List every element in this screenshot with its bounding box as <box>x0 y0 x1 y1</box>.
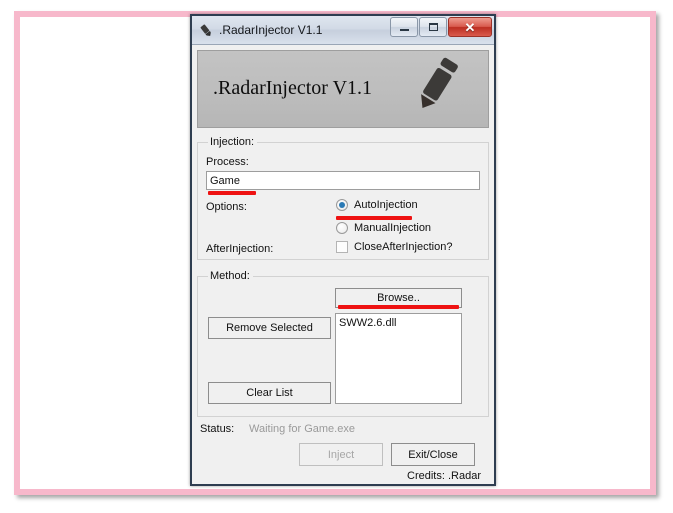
pencil-icon <box>197 21 215 39</box>
header-banner: .RadarInjector V1.1 <box>197 50 489 128</box>
inject-button[interactable]: Inject <box>299 443 383 466</box>
close-icon: ✕ <box>464 19 476 35</box>
maximize-icon <box>428 23 438 31</box>
annotation-underline-browse <box>338 305 459 309</box>
annotation-underline-auto-injection <box>336 216 412 220</box>
injection-group: Injection: Process: Options: AutoInjecti… <box>197 136 489 260</box>
window-client-area: Injection: Process: Options: AutoInjecti… <box>192 136 494 485</box>
process-field-wrap <box>206 171 480 195</box>
status-label: Status: <box>200 423 235 435</box>
method-group: Method: Browse.. Remove Selected Clear L… <box>197 270 489 417</box>
product-title: .RadarInjector V1.1 <box>213 77 373 99</box>
close-button[interactable]: ✕ <box>448 17 492 37</box>
after-injection-label: AfterInjection: <box>206 243 274 255</box>
exit-close-button[interactable]: Exit/Close <box>391 443 475 466</box>
process-label: Process: <box>206 156 249 168</box>
pencil-illustration-icon <box>406 57 472 123</box>
minimize-button[interactable] <box>390 17 418 37</box>
method-body: Browse.. Remove Selected Clear List SWW2… <box>206 286 480 404</box>
options-row: Options: AutoInjection ManualInjection <box>206 199 480 243</box>
checkbox-close-after-injection-icon[interactable] <box>336 241 348 253</box>
credits-label: Credits: .Radar <box>407 470 481 482</box>
manual-injection-option[interactable]: ManualInjection <box>336 222 431 234</box>
status-value: Waiting for Game.exe <box>249 423 355 435</box>
close-after-injection-label: CloseAfterInjection? <box>354 241 453 253</box>
window-title: .RadarInjector V1.1 <box>219 23 323 37</box>
window-controls: ✕ <box>389 17 492 37</box>
radio-manual-injection-icon[interactable] <box>336 222 348 234</box>
auto-injection-option[interactable]: AutoInjection <box>336 199 418 211</box>
process-input[interactable] <box>206 171 480 190</box>
screenshot-canvas: .RadarInjector V1.1 ✕ .RadarInjector V1.… <box>0 0 673 513</box>
maximize-button[interactable] <box>419 17 447 37</box>
dll-listbox[interactable]: SWW2.6.dll <box>335 313 462 404</box>
list-item[interactable]: SWW2.6.dll <box>339 316 458 330</box>
close-after-injection-option[interactable]: CloseAfterInjection? <box>336 241 452 253</box>
radarinjector-window: .RadarInjector V1.1 ✕ .RadarInjector V1.… <box>190 14 496 486</box>
annotation-underline-process <box>208 191 256 195</box>
after-injection-row: AfterInjection: CloseAfterInjection? <box>206 241 480 259</box>
method-group-legend: Method: <box>210 270 250 282</box>
injection-group-legend: Injection: <box>210 136 255 148</box>
options-label: Options: <box>206 201 247 213</box>
remove-selected-button[interactable]: Remove Selected <box>208 317 331 339</box>
clear-list-button[interactable]: Clear List <box>208 382 331 404</box>
minimize-icon <box>399 29 409 31</box>
window-titlebar: .RadarInjector V1.1 ✕ <box>192 16 494 45</box>
footer-area: Status: Waiting for Game.exe Inject Exit… <box>197 423 489 485</box>
manual-injection-label: ManualInjection <box>354 222 432 234</box>
radio-auto-injection-icon[interactable] <box>336 199 348 211</box>
auto-injection-label: AutoInjection <box>354 199 418 211</box>
process-row: Process: <box>206 152 480 170</box>
